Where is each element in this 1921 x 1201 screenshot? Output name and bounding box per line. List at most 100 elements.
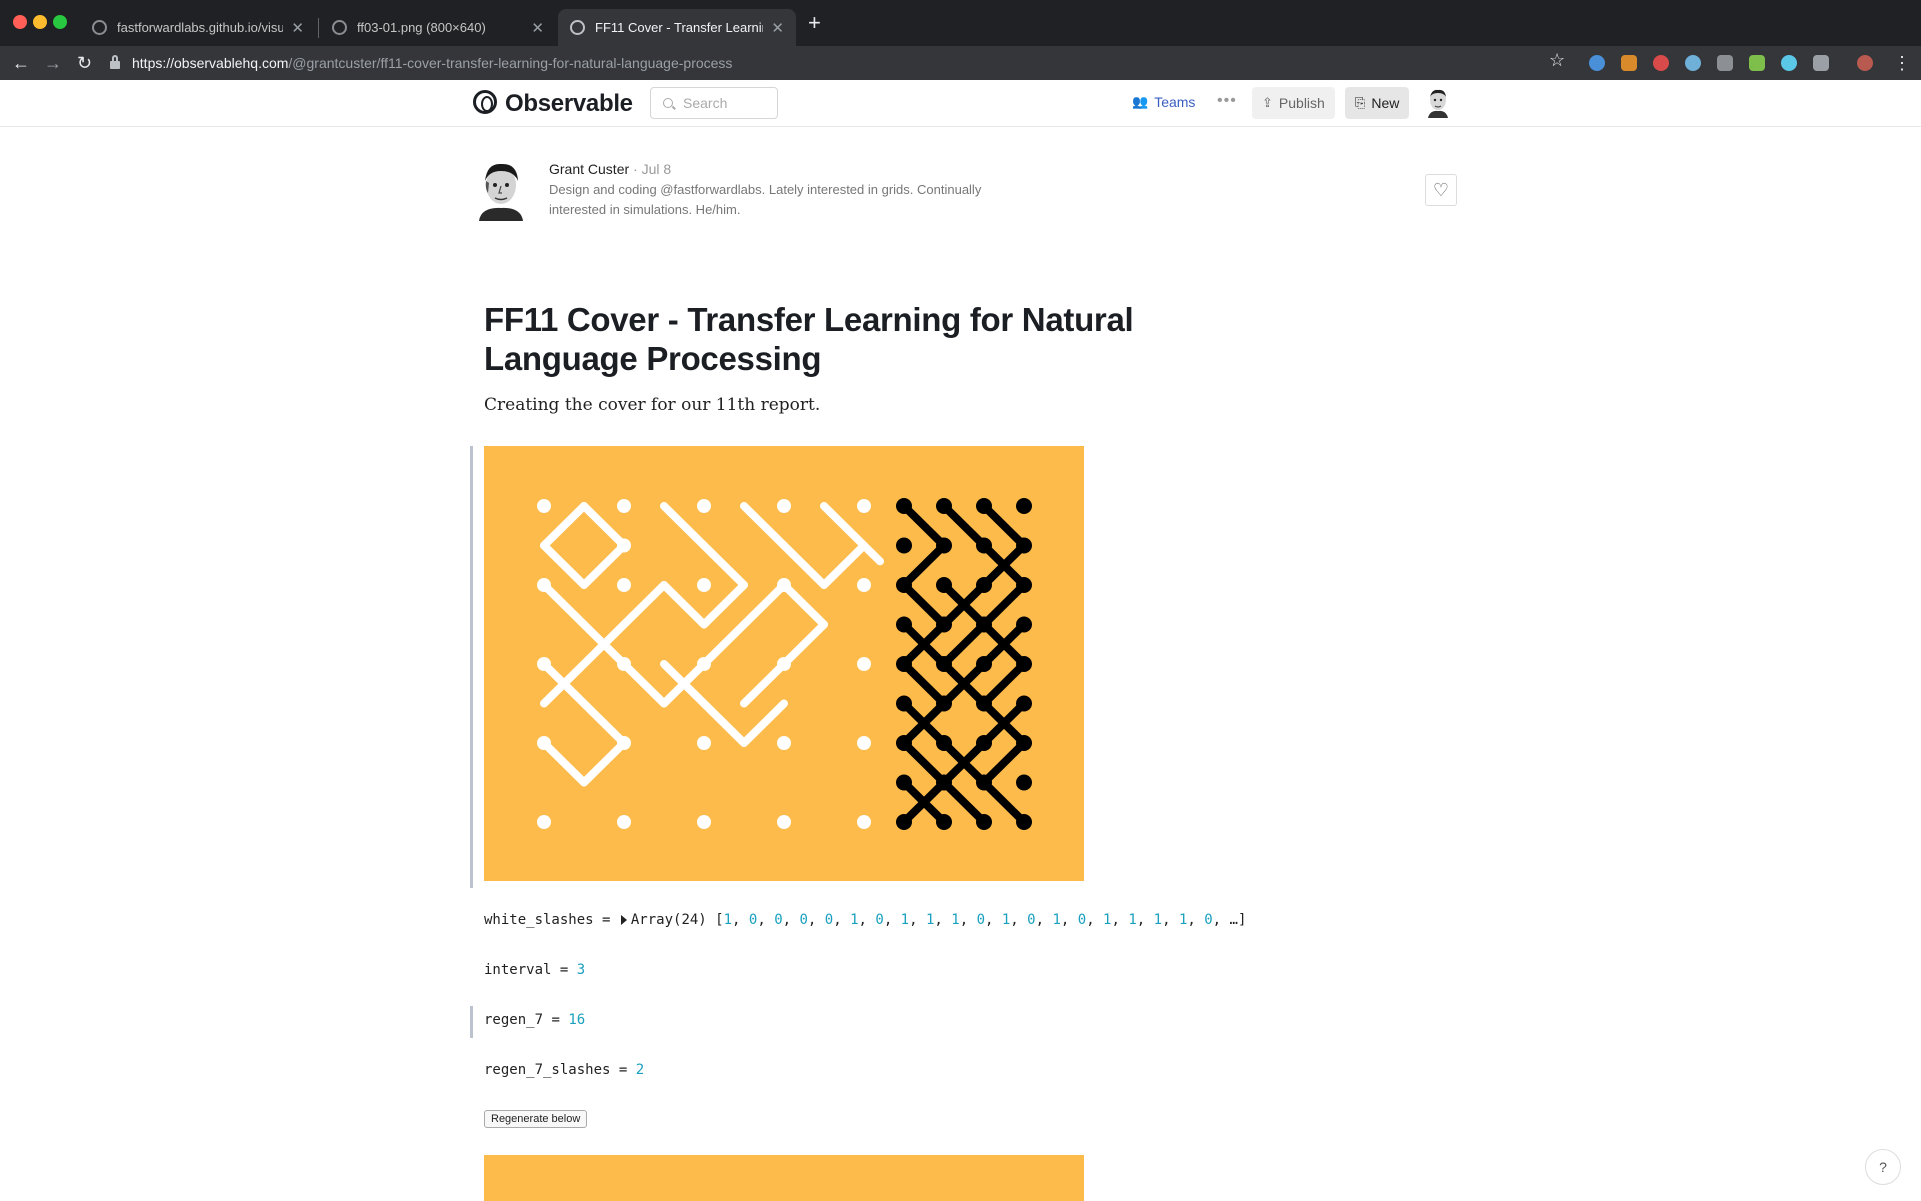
black-dot xyxy=(1016,616,1032,633)
black-dot xyxy=(896,695,912,712)
forward-arrow-icon[interactable]: → xyxy=(44,51,62,75)
white-dot xyxy=(617,815,631,829)
author-avatar[interactable] xyxy=(477,159,525,221)
black-slash xyxy=(980,581,1028,629)
cell-focus-bar[interactable] xyxy=(470,446,473,888)
array-value: 0 xyxy=(1027,912,1036,928)
author-line: Grant Custer · Jul 8 xyxy=(549,161,671,177)
maximize-window-button[interactable] xyxy=(53,15,67,29)
array-value: 0 xyxy=(1077,912,1087,928)
browser-profile-avatar[interactable] xyxy=(1857,55,1873,71)
white-slash xyxy=(740,699,788,747)
help-button[interactable]: ? xyxy=(1865,1149,1901,1185)
white-dot xyxy=(697,815,711,829)
bookmark-star-icon[interactable]: ☆ xyxy=(1549,50,1565,71)
array-value: 0 xyxy=(748,912,758,928)
white-slash xyxy=(780,581,828,629)
like-button[interactable]: ♡ xyxy=(1425,174,1457,206)
black-dot xyxy=(1016,695,1032,712)
black-slash xyxy=(900,739,948,787)
black-slash xyxy=(980,778,1028,826)
close-window-button[interactable] xyxy=(13,15,27,29)
publish-label: Publish xyxy=(1278,95,1325,111)
black-slash xyxy=(980,502,1028,550)
extension-compass-icon[interactable] xyxy=(1589,55,1605,71)
browser-tab[interactable]: ff03-01.png (800×640) ✕ xyxy=(320,9,556,46)
new-label: New xyxy=(1371,95,1400,111)
back-arrow-icon[interactable]: ← xyxy=(12,51,30,75)
heart-icon: ♡ xyxy=(1432,179,1450,200)
white-slash xyxy=(700,581,748,629)
white-slash xyxy=(660,581,708,629)
cell-focus-bar[interactable] xyxy=(470,1006,473,1038)
cover-artwork-2 xyxy=(484,1155,1084,1201)
reload-icon[interactable]: ↻ xyxy=(77,51,92,75)
cell-white-slashes[interactable]: white_slashes = Array(24) [1, 0, 0, 0, 0… xyxy=(484,912,1246,928)
browser-menu-icon[interactable]: ⋮ xyxy=(1893,51,1911,75)
cell-interval[interactable]: interval = 3 xyxy=(484,962,585,978)
black-dot xyxy=(936,577,952,593)
cell-regen-7-slashes[interactable]: regen_7_slashes = 2 xyxy=(484,1062,644,1078)
black-dot xyxy=(976,616,992,633)
search-input[interactable]: Search xyxy=(650,87,778,119)
extension-text-icon[interactable] xyxy=(1813,55,1829,71)
cell-regen-7[interactable]: regen_7 = 16 xyxy=(484,1012,585,1028)
black-dot xyxy=(896,656,912,672)
expand-caret-icon[interactable] xyxy=(620,915,627,925)
new-tab-plus-icon[interactable]: + xyxy=(808,12,821,34)
address-bar[interactable]: https://observablehq.com/@grantcuster/ff… xyxy=(110,50,1560,76)
array-value: 0 xyxy=(976,912,985,928)
white-slash xyxy=(580,541,628,589)
observable-logo-text[interactable]: Observable xyxy=(505,90,633,118)
extension-k-icon[interactable] xyxy=(1621,55,1637,71)
array-value: 1 xyxy=(925,912,935,928)
black-dot xyxy=(976,498,992,514)
notebook-title: FF11 Cover - Transfer Learning for Natur… xyxy=(484,301,1134,377)
black-slash xyxy=(900,502,948,550)
black-dot xyxy=(976,577,992,593)
white-dot xyxy=(617,657,631,671)
new-notebook-button[interactable]: ⎘ New xyxy=(1345,87,1410,119)
more-options-icon[interactable]: ••• xyxy=(1217,92,1237,110)
browser-toolbar: ← → ↻ https://observablehq.com/@grantcus… xyxy=(0,46,1921,80)
extension-pip-icon[interactable] xyxy=(1717,55,1733,71)
array-value: 1 xyxy=(723,912,733,928)
black-dot xyxy=(936,498,952,514)
browser-tab-bar: fastforwardlabs.github.io/visua ✕ ff03-0… xyxy=(0,0,1921,46)
black-dot xyxy=(896,814,912,830)
black-slash xyxy=(980,660,1028,708)
publish-button[interactable]: ⇪ Publish xyxy=(1252,87,1335,119)
extension-react-icon[interactable] xyxy=(1781,55,1797,71)
black-dot xyxy=(936,695,952,712)
white-dot xyxy=(537,657,551,671)
teams-link[interactable]: 👥 Teams xyxy=(1132,94,1195,110)
notebook-subtitle: Creating the cover for our 11th report. xyxy=(484,395,821,415)
black-dot xyxy=(936,774,952,791)
array-values: 1, 0, 0, 0, 0, 1, 0, 1, 1, 1, 0, 1, 0, 1… xyxy=(723,912,1230,928)
white-dot xyxy=(777,499,791,513)
user-avatar[interactable] xyxy=(1426,88,1450,118)
white-slash xyxy=(580,502,628,550)
close-icon[interactable]: ✕ xyxy=(291,19,304,37)
black-dot xyxy=(936,537,952,554)
black-dot xyxy=(976,735,992,751)
close-icon[interactable]: ✕ xyxy=(771,19,784,37)
white-dot xyxy=(697,657,711,671)
browser-tab-active[interactable]: FF11 Cover - Transfer Learning ✕ xyxy=(558,9,796,46)
observable-logo-icon[interactable] xyxy=(473,90,497,114)
extension-color-icon[interactable] xyxy=(1749,55,1765,71)
white-dot xyxy=(857,736,871,750)
close-icon[interactable]: ✕ xyxy=(531,19,544,37)
array-value: 1 xyxy=(1001,912,1011,928)
white-slash xyxy=(740,660,788,708)
black-dot xyxy=(936,616,952,633)
minimize-window-button[interactable] xyxy=(33,15,47,29)
author-name[interactable]: Grant Custer xyxy=(549,161,629,177)
white-slash xyxy=(660,660,748,747)
white-slash xyxy=(540,541,588,589)
regenerate-below-button[interactable]: Regenerate below xyxy=(484,1110,588,1128)
browser-tab[interactable]: fastforwardlabs.github.io/visua ✕ xyxy=(80,9,316,46)
array-value: 1 xyxy=(850,912,859,928)
extension-circle-icon[interactable] xyxy=(1685,55,1701,71)
extension-shield-icon[interactable] xyxy=(1653,55,1669,71)
